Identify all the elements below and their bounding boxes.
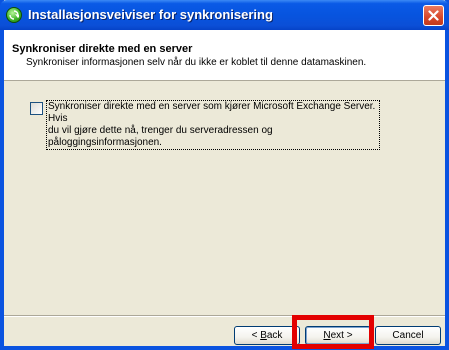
sync-server-option-label[interactable]: Synkroniser direkte med en server som kj… [46,100,380,150]
wizard-header: Synkroniser direkte med en server Synkro… [4,30,445,81]
next-button-highlight [292,315,374,349]
option-label-line-2: du vil gjøre dette nå, trenger du server… [48,125,273,148]
sync-server-checkbox[interactable] [30,102,43,115]
back-button-rest: ack [266,330,283,341]
cancel-button-label: Cancel [392,330,424,341]
option-label-line-1: Synkroniser direkte med en server som kj… [48,101,376,124]
sync-wizard-icon [6,7,22,23]
back-button[interactable]: < Back [234,326,300,345]
page-title: Synkroniser direkte med en server [12,43,193,55]
window-title: Installasjonsveiviser for synkronisering [28,7,273,22]
close-button[interactable] [423,5,444,26]
close-icon [428,10,439,21]
page-subtitle: Synkroniser informasjonen selv når du ik… [26,57,367,68]
title-bar: Installasjonsveiviser for synkronisering [0,0,449,30]
back-button-mnemonic: B [260,330,267,341]
cancel-button[interactable]: Cancel [375,326,441,345]
back-button-prefix: < [251,330,261,341]
footer-divider [4,315,445,317]
